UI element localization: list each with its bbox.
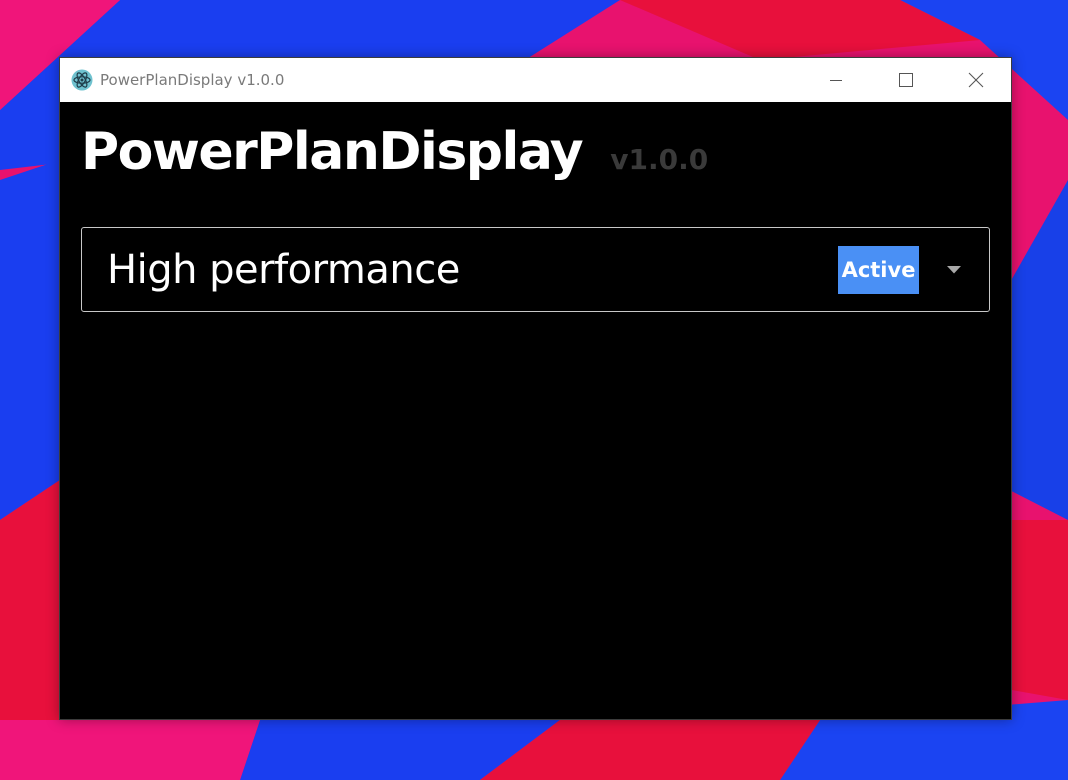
minimize-button[interactable] (801, 58, 871, 102)
maximize-button[interactable] (871, 58, 941, 102)
title-bar[interactable]: PowerPlanDisplay v1.0.0 (60, 58, 1011, 102)
app-name: PowerPlanDisplay (81, 122, 584, 182)
power-plan-dropdown[interactable]: High performance Active (81, 227, 990, 312)
window-title: PowerPlanDisplay v1.0.0 (100, 71, 285, 89)
app-window: PowerPlanDisplay v1.0.0 PowerPlanDisplay… (59, 57, 1012, 720)
minimize-icon (829, 73, 843, 87)
app-header: PowerPlanDisplay v1.0.0 (81, 122, 708, 182)
app-content: PowerPlanDisplay v1.0.0 High performance… (60, 102, 1011, 719)
maximize-icon (899, 73, 913, 87)
app-version: v1.0.0 (610, 143, 709, 176)
caret-down-icon[interactable] (919, 246, 989, 294)
close-button[interactable] (941, 58, 1011, 102)
atom-icon (71, 69, 93, 91)
status-badge: Active (838, 245, 919, 294)
close-icon (968, 72, 984, 88)
selected-plan-name: High performance (107, 246, 460, 293)
